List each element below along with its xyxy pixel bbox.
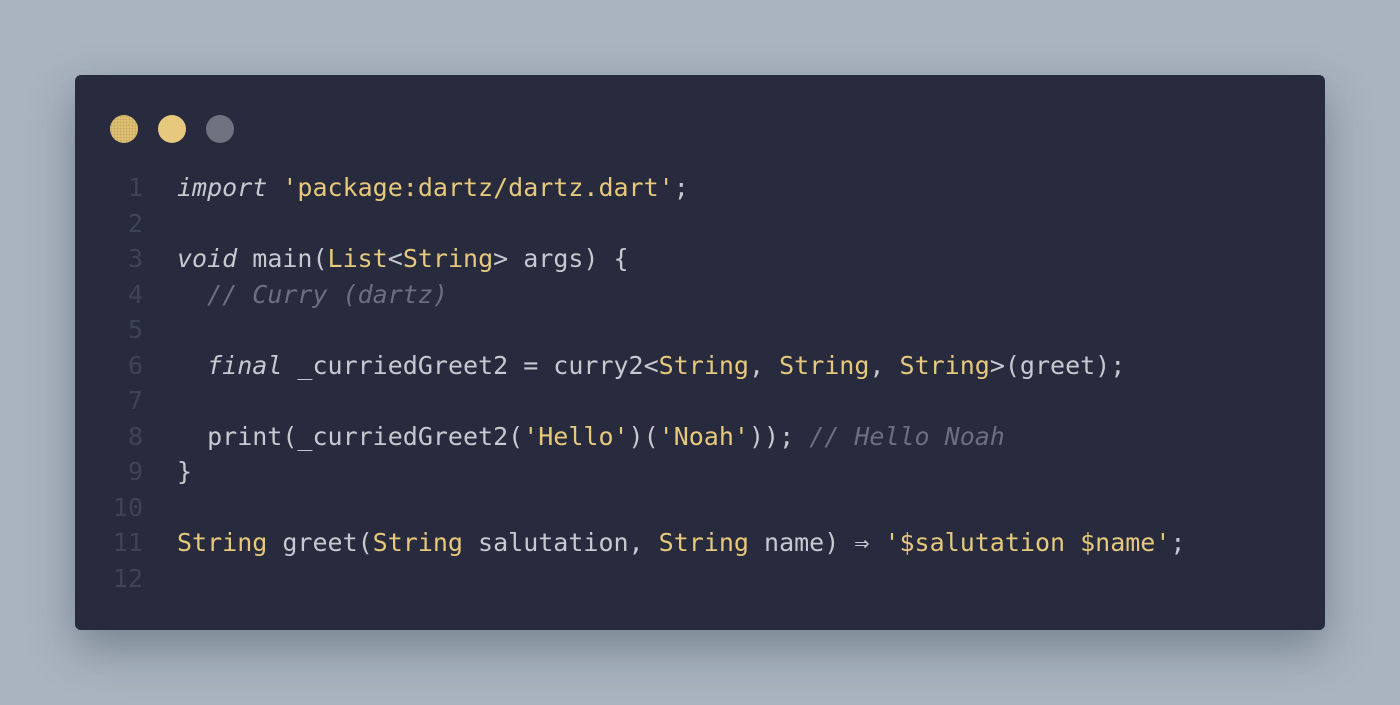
code-text: final _curriedGreet2 = curry2<String, St… (143, 348, 1125, 384)
code-line: 7 (75, 383, 1325, 419)
line-number: 5 (127, 315, 143, 344)
code-text: // Curry (dartz) (143, 277, 448, 313)
code-token: name) ⇒ (748, 528, 885, 557)
code-line: 10 (75, 490, 1325, 526)
code-window: 1 import 'package:dartz/dartz.dart'; 2 3 voi… (75, 75, 1325, 630)
code-token: // Curry (dartz) (207, 279, 448, 309)
code-line: 5 (75, 312, 1325, 348)
line-number: 12 (112, 563, 143, 593)
code-token: ; (1170, 528, 1186, 557)
code-line: 8 print(_curriedGreet2('Hello')('Noah'))… (75, 419, 1325, 455)
code-token: '$salutation $name' (884, 528, 1171, 557)
line-number: 1 (127, 173, 143, 202)
code-token: // Hello Noah (809, 421, 1005, 451)
code-token: String (658, 528, 749, 557)
code-token: > args) { (493, 244, 629, 273)
code-text: print(_curriedGreet2('Hello')('Noah')); … (143, 419, 1005, 455)
code-token: String (402, 244, 494, 273)
code-line: 6 final _curriedGreet2 = curry2<String, … (75, 348, 1325, 384)
code-line: 9} (75, 454, 1325, 490)
code-token: final (207, 350, 283, 380)
code-text: String greet(String salutation, String n… (143, 525, 1185, 561)
code-token: void (177, 244, 238, 273)
code-line: 2 (75, 206, 1325, 242)
code-token: String (658, 350, 749, 380)
window-dot-1[interactable] (110, 115, 138, 143)
line-number: 7 (127, 386, 143, 415)
code-token: greet( (267, 528, 373, 557)
code-token: print(_curriedGreet2( (177, 421, 524, 451)
code-token: String (177, 528, 268, 557)
code-editor: 1 import 'package:dartz/dartz.dart'; 2 3 voi… (75, 170, 1325, 596)
code-line: 11 String greet(String salutation, String… (75, 525, 1325, 561)
code-token: String (372, 528, 463, 557)
window-dot-3[interactable] (206, 115, 234, 143)
line-number: 11 (112, 528, 143, 557)
code-token: _curriedGreet2 = curry2< (282, 350, 659, 380)
code-text: } (143, 454, 192, 490)
code-token: 'package:dartz/dartz.dart' (282, 173, 674, 202)
code-text: import 'package:dartz/dartz.dart'; (143, 170, 689, 206)
line-number: 4 (127, 279, 143, 309)
line-number: 10 (112, 492, 143, 522)
code-line: 4 // Curry (dartz) (75, 277, 1325, 313)
code-token: String (899, 350, 990, 380)
code-token: )); (748, 421, 810, 451)
code-token: salutation, (462, 528, 659, 557)
code-token: )( (628, 421, 659, 451)
line-number: 6 (127, 350, 143, 380)
code-line: 12 (75, 561, 1325, 597)
code-token: import (177, 173, 268, 202)
line-number: 9 (127, 457, 143, 486)
window-controls (110, 115, 234, 143)
code-token: main( (237, 244, 328, 273)
code-line: 3 void main(List<String> args) { (75, 241, 1325, 277)
code-token: List (327, 244, 388, 273)
code-token: 'Hello' (523, 421, 629, 451)
code-token: < (387, 244, 403, 273)
line-number: 8 (127, 421, 143, 451)
code-token: , (869, 350, 900, 380)
code-token: } (177, 457, 193, 486)
code-token: ; (673, 173, 689, 202)
code-token: >(greet); (989, 350, 1126, 380)
code-line: 1 import 'package:dartz/dartz.dart'; (75, 170, 1325, 206)
code-token: String (779, 350, 870, 380)
code-token: 'Noah' (658, 421, 749, 451)
code-token: , (748, 350, 780, 380)
code-text: void main(List<String> args) { (143, 241, 629, 277)
line-number: 3 (127, 244, 143, 273)
line-number: 2 (127, 208, 143, 238)
window-dot-2[interactable] (158, 115, 186, 143)
